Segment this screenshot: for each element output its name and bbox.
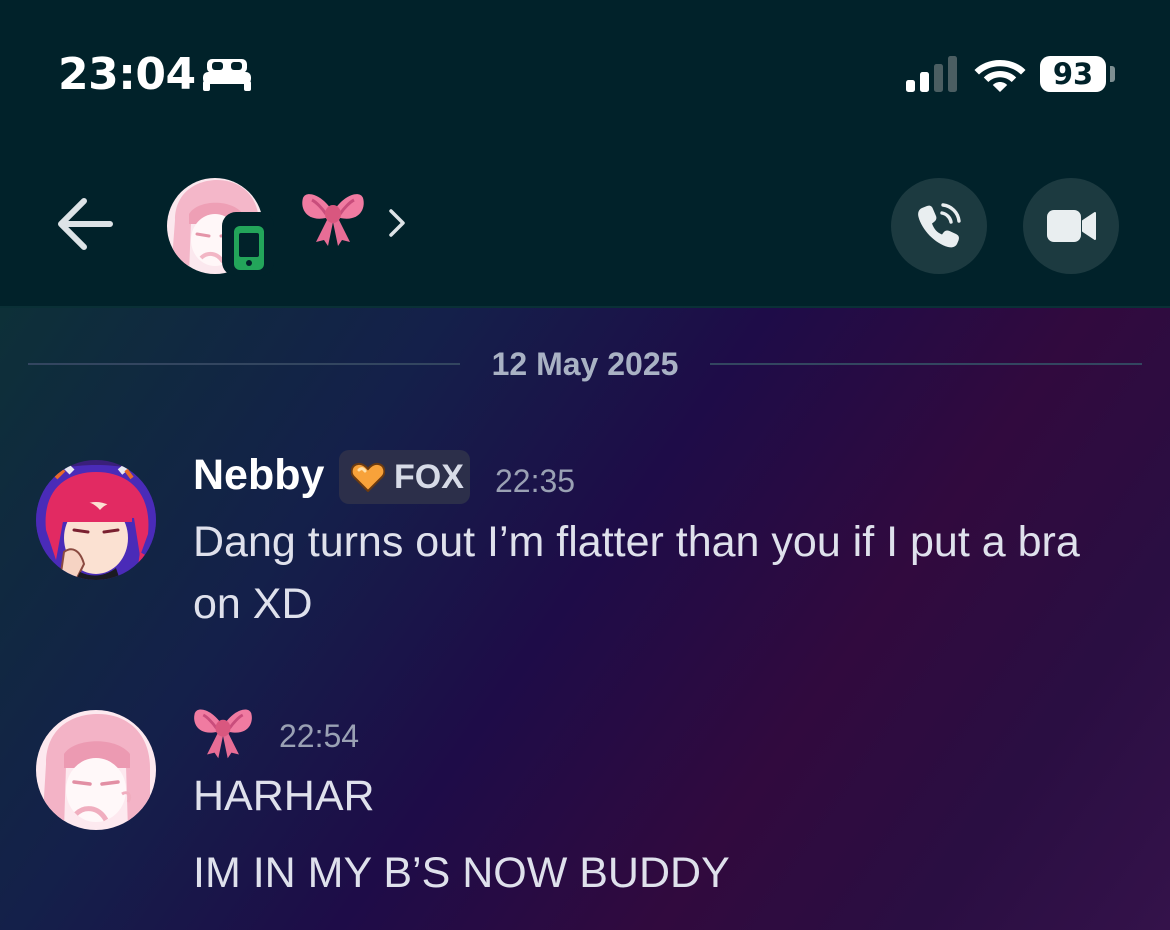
cellular-signal-icon (906, 56, 957, 92)
video-call-button[interactable] (1023, 178, 1119, 274)
wifi-icon (974, 60, 1026, 92)
chevron-right-icon[interactable] (388, 208, 406, 238)
bed-icon (203, 59, 251, 91)
top-bar: 23:04 93 (0, 0, 1170, 306)
server-tag-label: FOX (394, 458, 464, 496)
battery-indicator: 93 (1040, 56, 1106, 92)
date-divider: 12 May 2025 (491, 346, 679, 382)
server-tag[interactable]: FOX (339, 450, 470, 504)
message-author-bow-icon[interactable] (192, 702, 254, 765)
date-divider-line (28, 363, 460, 365)
message-author[interactable]: Nebby (193, 450, 324, 500)
phone-call-icon (918, 203, 961, 248)
chat-area[interactable]: 12 May 2025 Nebby FOX 22:35 Dang turns o… (0, 306, 1170, 930)
contact-name-bow-icon[interactable] (300, 188, 366, 251)
video-camera-icon (1047, 210, 1096, 242)
mobile-phone-icon (234, 226, 264, 270)
bow-user-avatar[interactable] (36, 710, 156, 830)
mobile-status-badge (222, 212, 274, 276)
orange-heart-icon (351, 462, 385, 492)
date-divider-line (710, 363, 1142, 365)
nebby-avatar[interactable] (36, 460, 156, 580)
voice-call-button[interactable] (891, 178, 987, 274)
battery-cap (1110, 66, 1115, 82)
battery-level: 93 (1052, 57, 1094, 91)
arrow-left-icon[interactable] (56, 196, 114, 252)
message-timestamp: 22:54 (279, 718, 360, 754)
message-text[interactable]: IM IN MY B’S NOW BUDDY (193, 842, 1113, 904)
message-timestamp: 22:35 (495, 463, 576, 499)
message-text[interactable]: Dang turns out I’m flatter than you if I… (193, 511, 1113, 635)
message-text[interactable]: HARHAR (193, 765, 1113, 827)
status-time: 23:04 (58, 49, 196, 100)
